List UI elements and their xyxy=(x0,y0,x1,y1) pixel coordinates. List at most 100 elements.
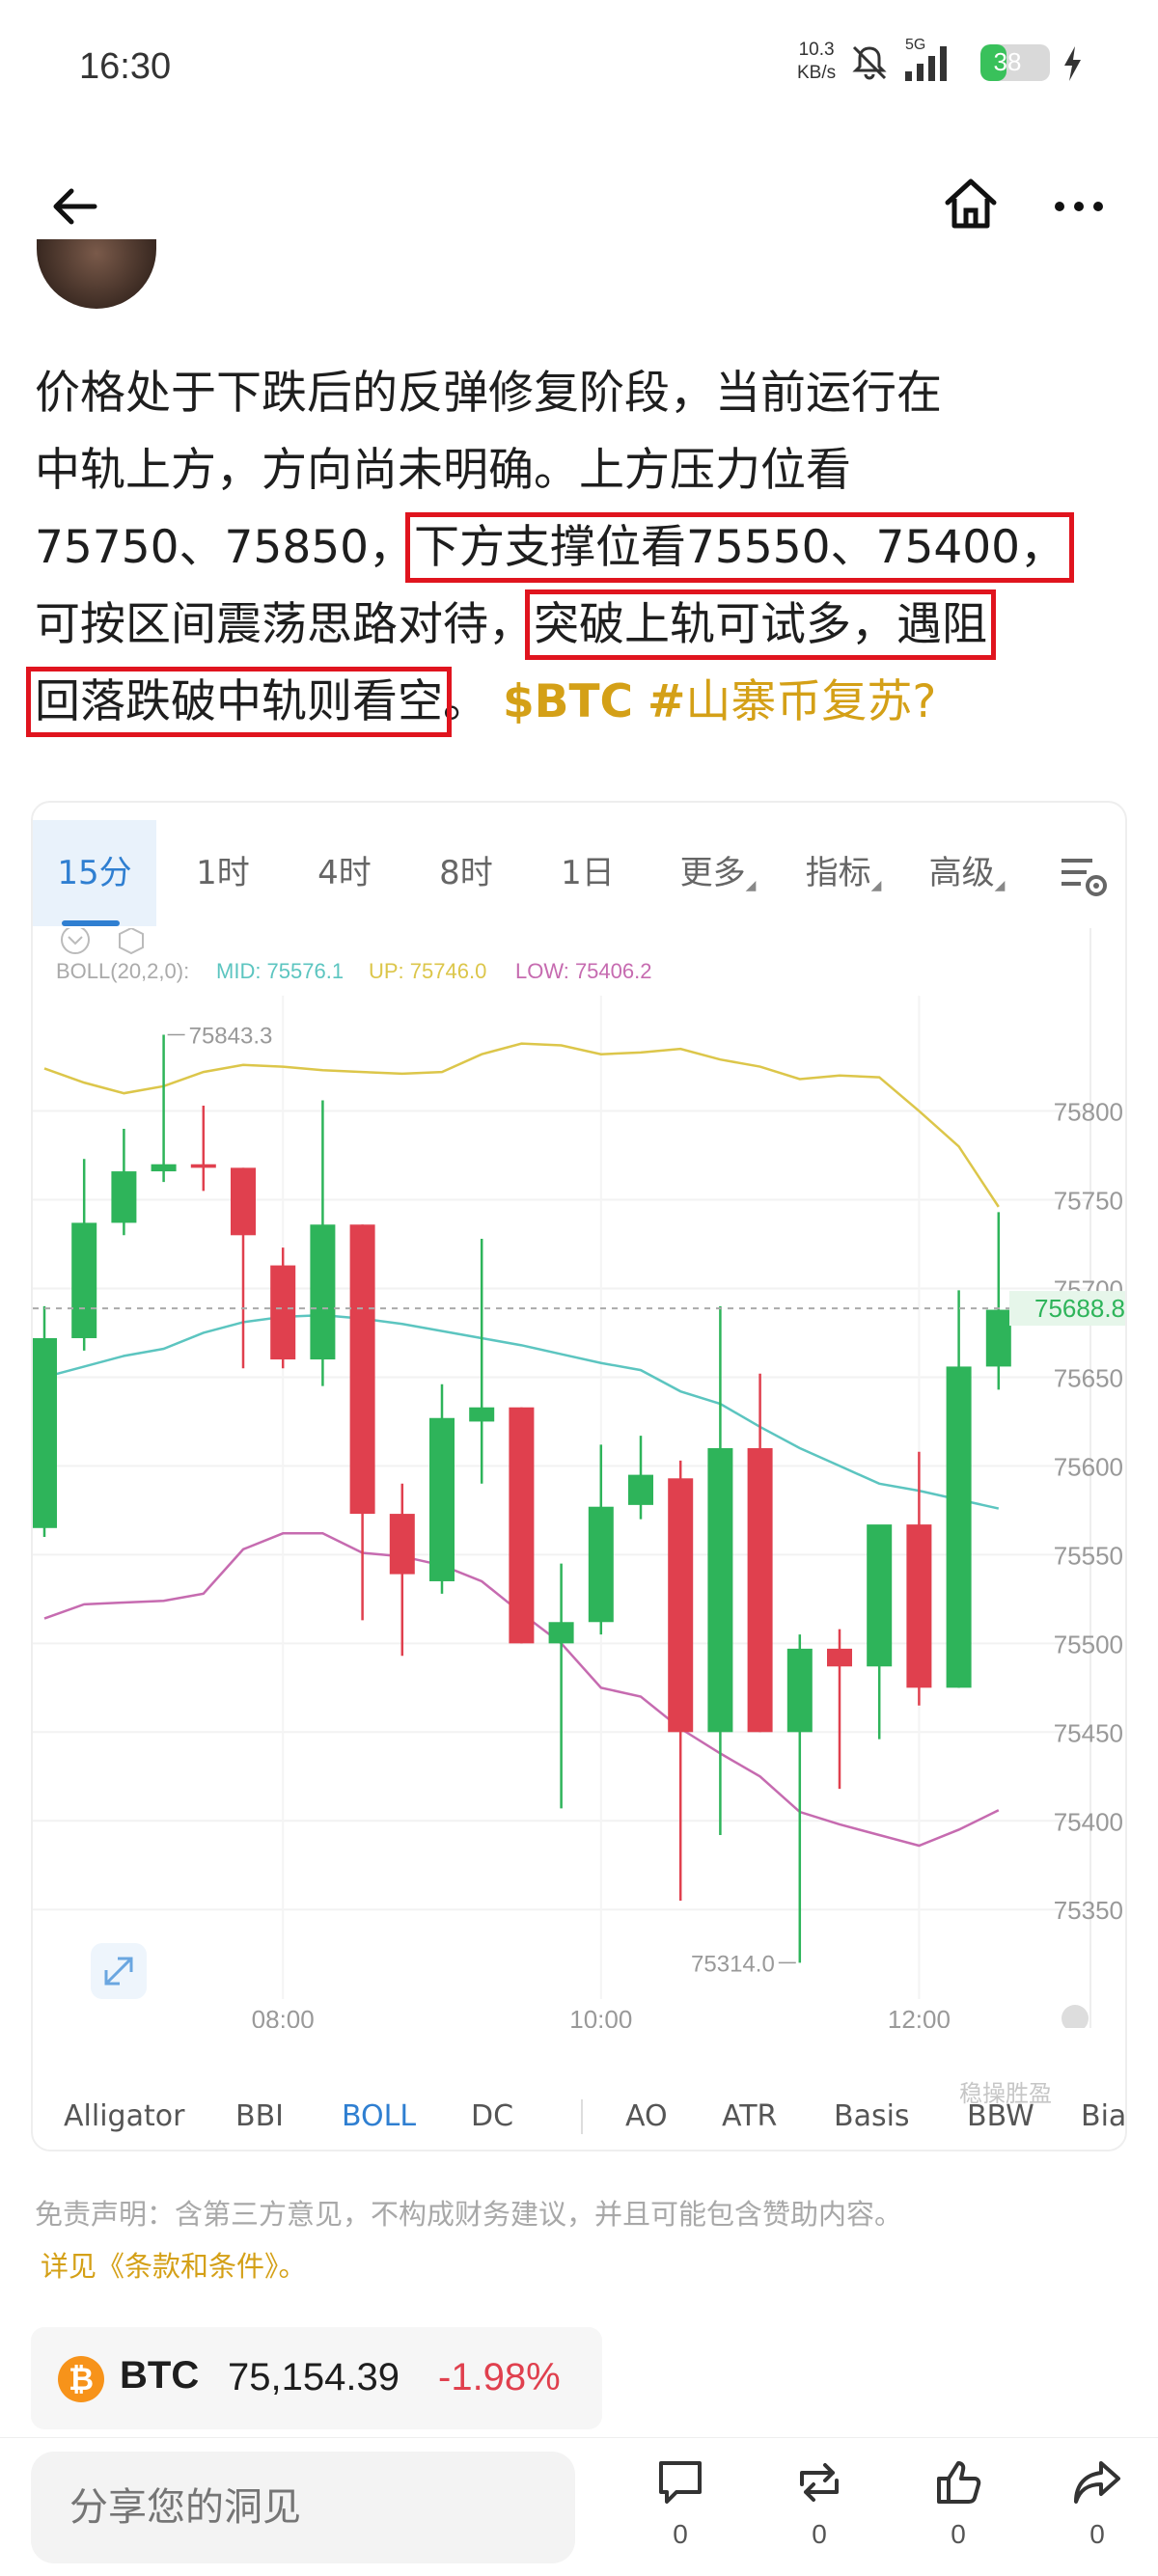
top-nav xyxy=(0,154,1158,260)
candle-body xyxy=(71,1222,97,1338)
tab-advanced[interactable]: 高级◢ xyxy=(909,820,1025,926)
post-line-2: 中轨上方，方向尚未明确。上方压力位看 xyxy=(35,444,851,497)
indicator-dc[interactable]: DC xyxy=(471,2086,513,2148)
tab-4h[interactable]: 4时 xyxy=(291,820,398,926)
cashtag-btc[interactable]: $BTC xyxy=(503,675,633,728)
candle-body xyxy=(310,1224,336,1360)
bottom-action-bar: 0 0 0 0 xyxy=(0,2437,1158,2576)
author-avatar[interactable] xyxy=(37,239,156,309)
boll-low-value: LOW: 75406.2 xyxy=(515,959,651,983)
collapse-icon xyxy=(61,928,90,954)
indicator-basis[interactable]: Basis xyxy=(834,2086,910,2148)
indicator-boll[interactable]: BOLL xyxy=(342,2086,416,2148)
tab-1d[interactable]: 1日 xyxy=(535,820,641,926)
arrow-left-icon[interactable] xyxy=(46,178,104,235)
candle-body xyxy=(747,1448,773,1733)
candle-body xyxy=(429,1417,455,1581)
btc-ticker[interactable]: ₿ BTC 75,154.39 -1.98% xyxy=(31,2327,602,2429)
comment-button[interactable]: 0 xyxy=(637,2455,724,2562)
comment-input[interactable] xyxy=(31,2452,575,2563)
tab-indicators[interactable]: 指标◢ xyxy=(786,820,901,926)
candle-body xyxy=(668,1478,694,1733)
status-time: 16:30 xyxy=(79,46,172,87)
candle-body xyxy=(270,1265,296,1360)
boll-up-value: UP: 75746.0 xyxy=(369,959,486,983)
indicator-ao[interactable]: AO xyxy=(625,2086,668,2148)
indicator-bbi[interactable]: BBI xyxy=(235,2086,284,2148)
candle-body xyxy=(33,1337,57,1528)
candle-body xyxy=(548,1622,574,1644)
ticker-price: 75,154.39 xyxy=(228,2356,400,2398)
boll-upper-line xyxy=(43,1042,1000,1208)
y-tick-label: 75750 xyxy=(1054,1187,1123,1216)
network-speed-unit: KB/s xyxy=(797,63,837,83)
status-bar: 16:30 10.3 KB/s 5G 38 xyxy=(0,0,1158,135)
current-price-value: 75688.8 xyxy=(1034,1294,1125,1323)
scroll-latest-icon xyxy=(1062,2005,1089,2028)
active-tab-indicator xyxy=(62,920,120,926)
dropdown-triangle-icon: ◢ xyxy=(994,878,1006,893)
candle-body xyxy=(231,1167,256,1236)
candlestick-chart[interactable]: 7580075750757007565075600755507550075450… xyxy=(33,928,1127,2028)
post-line-3: 75750、75850，下方支撑位看75550、75400， xyxy=(35,509,1135,587)
y-tick-label: 75350 xyxy=(1054,1896,1123,1925)
candle-body xyxy=(867,1524,893,1667)
boll-label: BOLL(20,2,0): xyxy=(56,959,189,983)
breakdown-highlight: 回落跌破中轨则看空 xyxy=(26,667,452,737)
network-speed: 10.3 KB/s xyxy=(797,39,836,85)
boll-mid-value: MID: 75576.1 xyxy=(216,959,344,983)
support-highlight: 下方支撑位看75550、75400， xyxy=(405,512,1075,583)
terms-link[interactable]: 详见《条款和条件》。 xyxy=(41,2244,307,2285)
bitcoin-icon: ₿ xyxy=(58,2356,104,2402)
timeframe-tabs: 15分 1时 4时 8时 1日 更多◢ 指标◢ 高级◢ xyxy=(33,820,1125,926)
candle-body xyxy=(786,1648,813,1733)
tab-more[interactable]: 更多◢ xyxy=(660,820,776,926)
dropdown-triangle-icon: ◢ xyxy=(745,878,757,893)
y-tick-label: 75500 xyxy=(1054,1630,1123,1658)
indicator-bias[interactable]: Bia xyxy=(1081,2086,1125,2148)
range-strategy: 可按区间震荡思路对待， xyxy=(35,598,534,651)
share-button[interactable]: 0 xyxy=(1054,2455,1141,2562)
indicator-settings-icon xyxy=(119,928,144,955)
candle-body xyxy=(469,1407,495,1422)
x-tick-label: 12:00 xyxy=(888,2005,951,2028)
thumbs-up-icon xyxy=(937,2461,981,2504)
like-button[interactable]: 0 xyxy=(915,2455,1002,2562)
candle-body xyxy=(509,1407,535,1644)
y-tick-label: 75600 xyxy=(1054,1452,1123,1481)
y-tick-label: 75400 xyxy=(1054,1807,1123,1836)
candle-body xyxy=(151,1164,177,1172)
repost-button[interactable]: 0 xyxy=(776,2455,863,2562)
home-icon[interactable] xyxy=(940,174,1002,235)
post-line-1: 价格处于下跌后的反弹修复阶段，当前运行在 xyxy=(35,367,942,420)
post-line-5: 回落跌破中轨则看空。 $BTC #山寨币复苏? xyxy=(26,664,1135,741)
battery-level: 38 xyxy=(993,47,1022,76)
post-line-4: 可按区间震荡思路对待，突破上轨可试多，遇阻 xyxy=(35,587,1135,664)
candle-body xyxy=(946,1366,972,1688)
ticker-change: -1.98% xyxy=(438,2356,561,2398)
share-arrow-icon xyxy=(1074,2461,1120,2504)
tab-8h[interactable]: 8时 xyxy=(413,820,519,926)
more-dots-icon[interactable] xyxy=(1050,178,1108,235)
repost-icon xyxy=(800,2463,839,2502)
x-tick-label: 10:00 xyxy=(569,2005,632,2028)
y-tick-label: 75800 xyxy=(1054,1098,1123,1127)
comment-icon xyxy=(659,2461,702,2504)
battery-indicator: 38 xyxy=(980,44,1050,81)
low-price-label: 75314.0 xyxy=(691,1951,775,1977)
breakout-highlight: 突破上轨可试多，遇阻 xyxy=(525,589,996,660)
x-tick-label: 08:00 xyxy=(252,2005,315,2028)
repost-count: 0 xyxy=(812,2519,827,2549)
like-count: 0 xyxy=(951,2519,966,2549)
tab-1h[interactable]: 1时 xyxy=(170,820,276,926)
tab-15m[interactable]: 15分 xyxy=(33,820,156,926)
sentence-end: 。 xyxy=(443,675,488,728)
hashtag-topic[interactable]: 山寨币复苏? xyxy=(685,675,936,728)
indicator-alligator[interactable]: Alligator xyxy=(64,2086,184,2148)
candle-body xyxy=(111,1171,137,1223)
y-tick-label: 75650 xyxy=(1054,1363,1123,1392)
chart-settings-icon[interactable] xyxy=(1058,849,1110,901)
chevron-down-icon xyxy=(68,936,83,945)
hashtag-symbol[interactable]: # xyxy=(648,675,685,728)
indicator-atr[interactable]: ATR xyxy=(722,2086,777,2148)
